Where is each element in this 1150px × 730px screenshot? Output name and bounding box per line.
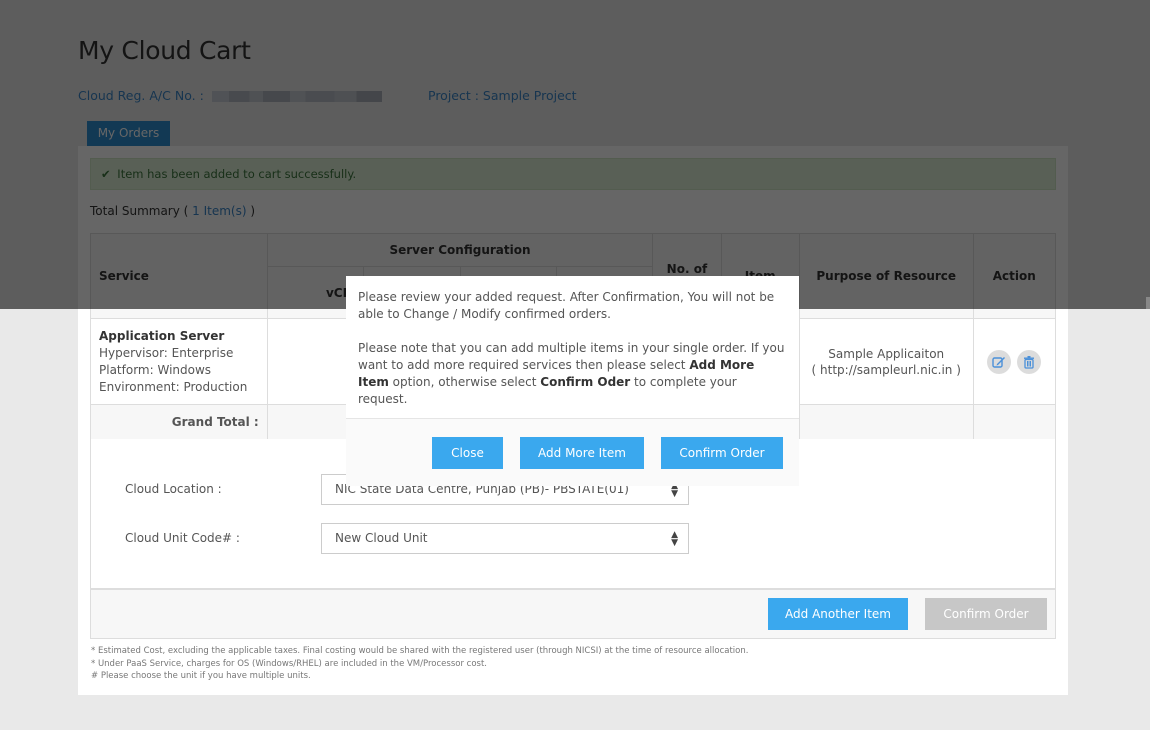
grand-total-label: Grand Total : [90,404,268,440]
cloud-unit-value: New Cloud Unit [335,531,428,545]
action-cell [972,318,1057,405]
add-another-item-button[interactable]: Add Another Item [768,598,908,630]
purpose-name: Sample Applicaiton [828,346,945,361]
footnote: * Under PaaS Service, charges for OS (Wi… [91,658,487,669]
purpose-url: ( http://sampleurl.nic.in ) [811,362,961,377]
dialog-paragraph-1: Please review your added request. After … [358,290,775,321]
cloud-unit-select[interactable]: New Cloud Unit ▲ ▼ [321,523,689,554]
service-platform: Platform: Windows [99,362,212,377]
edit-button[interactable] [987,349,1012,374]
trash-icon [1024,355,1035,369]
cart-actions-bar: Add Another Item Confirm Order [90,589,1056,639]
footnotes: * Estimated Cost, excluding the applicab… [91,645,748,683]
confirm-dialog: Please review your added request. After … [346,276,799,486]
delete-button[interactable] [1017,349,1042,374]
dialog-footer: Close Add More Item Confirm Order [346,419,799,486]
service-hypervisor: Hypervisor: Enterprise [99,345,234,360]
dialog-paragraph-2: Please note that you can add multiple it… [358,340,788,408]
scrollbar-thumb[interactable] [1146,297,1150,309]
dialog-emphasis: Confirm Oder [540,375,631,389]
service-environment: Environment: Production [99,379,248,394]
footnote: # Please choose the unit if you have mul… [91,671,311,681]
total-cell [798,404,974,440]
dialog-add-more-item-button[interactable]: Add More Item [520,437,644,469]
purpose-cell: Sample Applicaiton ( http://sampleurl.ni… [798,318,974,405]
dialog-text: option, otherwise select [388,375,541,389]
cloud-location-label: Cloud Location : [125,482,222,496]
cloud-unit-label: Cloud Unit Code# : [125,531,240,545]
total-cell [972,404,1057,440]
service-name: Application Server [99,328,225,343]
modal-backdrop[interactable] [0,0,1150,309]
dialog-close-button[interactable]: Close [432,437,503,469]
footnote: * Estimated Cost, excluding the applicab… [91,646,749,656]
dialog-confirm-order-button[interactable]: Confirm Order [661,437,783,469]
edit-icon [992,356,1006,368]
confirm-order-button[interactable]: Confirm Order [925,598,1047,630]
select-arrows-icon: ▲ ▼ [671,530,678,548]
dialog-body: Please review your added request. After … [358,289,788,408]
service-cell: Application Server Hypervisor: Enterpris… [90,318,268,405]
